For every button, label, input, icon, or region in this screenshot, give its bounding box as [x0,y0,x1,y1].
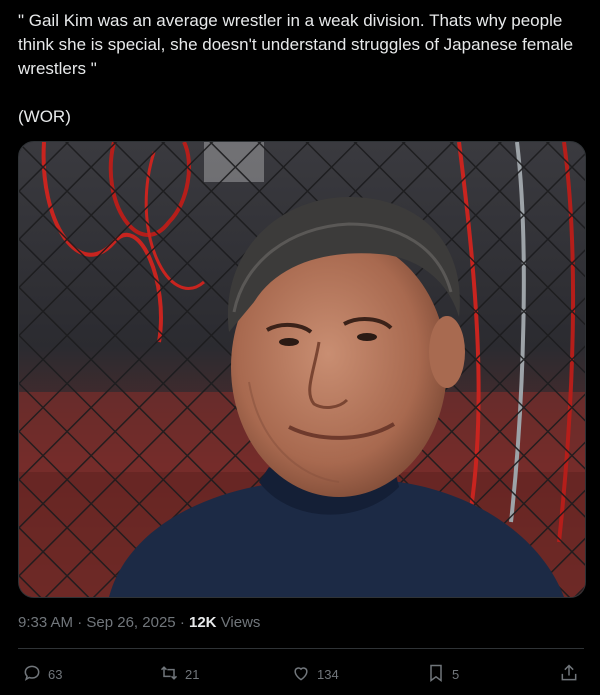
share-icon [559,663,579,686]
views-label: Views [220,614,261,631]
repost-count: 21 [185,666,200,682]
meta-separator: · [179,614,185,631]
views-count: 12K [188,614,217,631]
reply-icon [22,663,42,686]
like-count: 134 [317,666,339,682]
share-button[interactable] [559,659,579,689]
photo-illustration [19,142,585,597]
meta-separator: · [77,614,83,631]
tweet-meta: 9:33 AM · Sep 26, 2025 · 12K Views [18,613,260,633]
action-bar: 63 21 134 5 [18,659,584,689]
bookmark-icon [426,663,446,686]
repost-icon [159,663,179,686]
tweet-source-tag: (WOR) [18,107,71,126]
tweet-date[interactable]: Sep 26, 2025 [86,614,175,631]
tweet-text: " Gail Kim was an average wrestler in a … [18,11,578,78]
repost-button[interactable]: 21 [159,659,199,689]
tweet-time[interactable]: 9:33 AM [18,614,73,631]
heart-icon [291,663,311,686]
bookmark-button[interactable]: 5 [426,659,459,689]
bookmark-count: 5 [452,666,460,682]
divider [18,648,584,649]
reply-button[interactable]: 63 [22,659,62,689]
reply-count: 63 [48,666,63,682]
like-button[interactable]: 134 [291,659,339,689]
tweet-photo[interactable] [18,141,586,598]
